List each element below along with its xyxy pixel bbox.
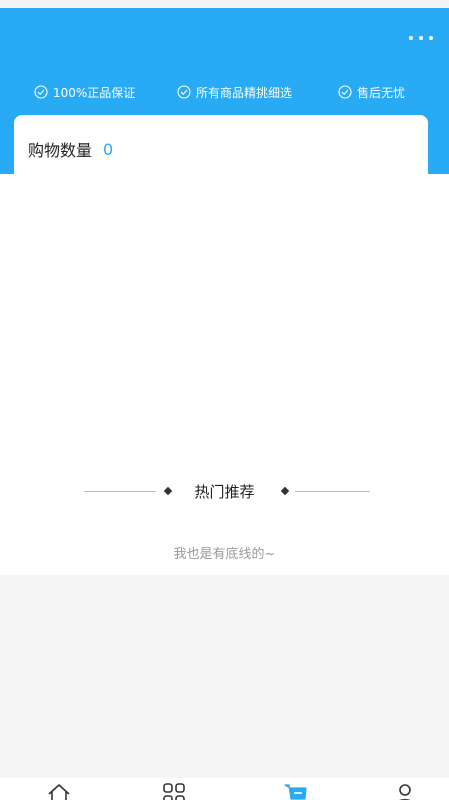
recommend-header: 热门推荐	[0, 478, 449, 504]
tab-home[interactable]	[3, 778, 115, 800]
cart-count-label: 购物数量	[28, 141, 93, 160]
recommend-title: 热门推荐	[194, 483, 255, 501]
check-circle-icon	[34, 85, 48, 99]
content-footer-area	[0, 575, 449, 778]
tab-cart[interactable]	[240, 778, 352, 800]
guarantee-bar: 100%正品保证 所有商品精挑细选 售后无忧	[0, 80, 449, 104]
guarantee-label: 所有商品精挑细选	[196, 85, 293, 100]
cart-icon	[284, 784, 307, 800]
status-strip	[0, 0, 449, 8]
tab-category[interactable]	[118, 778, 230, 800]
more-button[interactable]	[409, 30, 433, 46]
check-circle-icon	[338, 85, 352, 99]
tab-profile[interactable]	[349, 778, 449, 800]
category-icon	[163, 783, 185, 800]
end-of-list-note: 我也是有底线的~	[173, 547, 276, 562]
guarantee-label: 100%正品保证	[53, 85, 136, 100]
guarantee-item-selected: 所有商品精挑细选	[177, 80, 292, 104]
user-icon	[399, 784, 411, 800]
cart-count-value: 0	[103, 139, 114, 159]
cart-summary-card: 购物数量 0	[14, 115, 428, 185]
cart-count: 购物数量 0	[28, 137, 113, 161]
home-icon	[48, 784, 70, 800]
check-circle-icon	[177, 85, 191, 99]
guarantee-item-authentic: 100%正品保证	[34, 80, 135, 104]
tab-bar	[0, 778, 449, 800]
guarantee-item-aftersales: 售后无忧	[338, 80, 405, 104]
guarantee-label: 售后无忧	[357, 85, 406, 100]
more-dots-icon	[409, 36, 413, 40]
divider-line	[295, 491, 370, 492]
